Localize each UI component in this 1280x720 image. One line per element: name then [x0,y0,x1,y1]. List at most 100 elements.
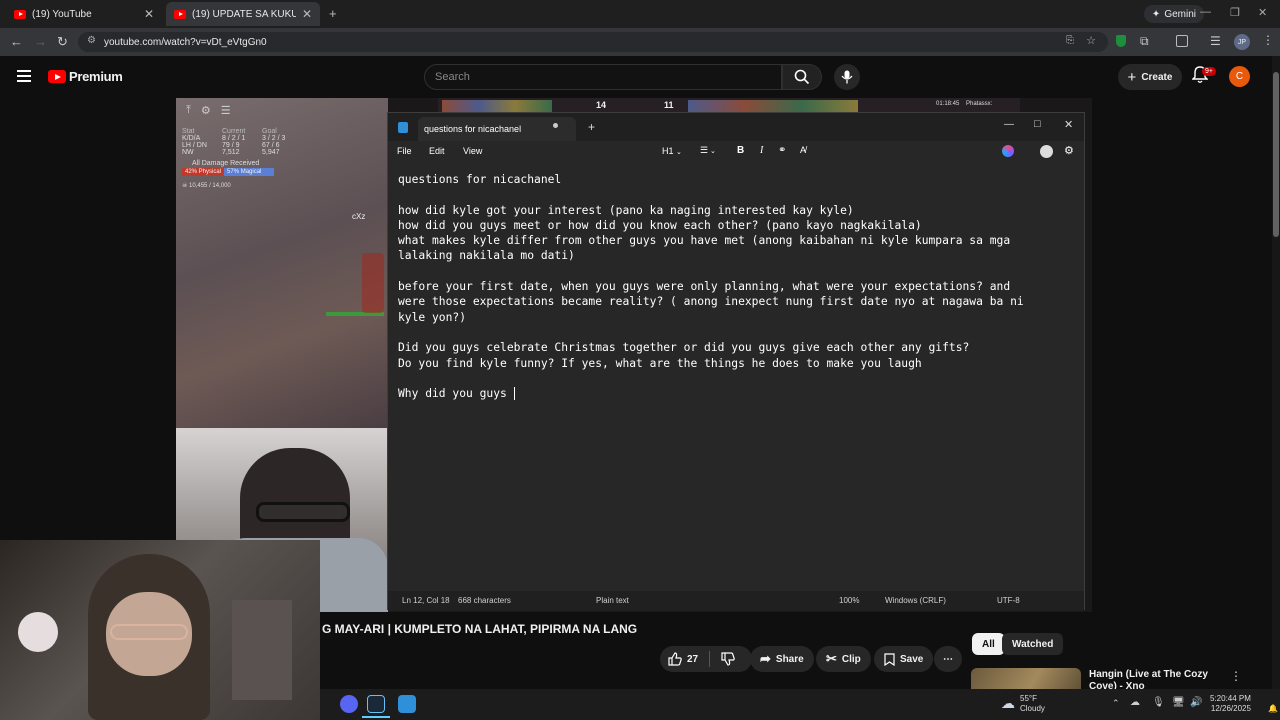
line-ending[interactable]: Windows (CRLF) [885,596,946,605]
account-icon[interactable] [1040,145,1053,158]
list-format-icon[interactable]: ☰ ⌄ [700,145,716,156]
avatar-letter: C [1235,71,1244,82]
create-label: Create [1141,71,1173,83]
thumbs-down-icon[interactable] [721,652,735,666]
heading-level: H1 [662,146,674,156]
menu-view[interactable]: View [463,146,482,156]
link-icon[interactable]: ⚭ [778,145,786,156]
tab-youtube[interactable]: (19) YouTube ✕ [6,2,162,26]
tray-chevron-icon[interactable]: ⌃ [1112,698,1120,709]
youtube-logo[interactable]: Premium [48,69,123,84]
cursor-position: Ln 12, Col 18 [402,596,450,605]
profile-initials: JP [1237,38,1247,46]
like-button[interactable]: 27 [668,652,698,666]
notification-bell-icon[interactable]: 🔔 [1268,704,1278,713]
text-format[interactable]: Plain text [596,596,629,605]
minimize-icon[interactable]: — [1004,119,1014,130]
tab-search-icon[interactable] [1176,35,1188,47]
like-dislike-group: 27 [660,646,752,672]
recommended-title[interactable]: Hangin (Live at The Cozy Cove) - Xno [1089,669,1229,691]
plus-icon: + [329,6,337,21]
settings-gear-icon[interactable]: ⚙ [1064,144,1074,157]
extensions-puzzle-icon[interactable]: ⧉ [1140,34,1149,49]
system-clock[interactable]: 5:20:44 PM 12/26/2025 [1210,694,1251,714]
new-tab-plus-icon[interactable]: + [588,120,595,134]
notepad-tab[interactable]: questions for nicachanel [418,117,576,141]
save-button[interactable]: Save [874,646,934,672]
install-app-icon[interactable]: ⎘ [1066,35,1074,46]
close-icon[interactable]: ✕ [1064,118,1073,131]
menu-edit[interactable]: Edit [429,146,445,156]
chip-all[interactable]: All [972,633,1005,655]
gemini-button[interactable]: ✦ Gemini [1143,5,1204,23]
unsaved-dot-icon[interactable] [553,123,558,128]
close-tab-icon[interactable]: ✕ [302,7,312,21]
account-avatar[interactable]: C [1229,66,1250,87]
hamburger-menu-icon[interactable] [17,70,31,82]
steam-icon[interactable] [367,695,385,713]
chrome-menu-icon[interactable]: ⋮ [1262,33,1274,47]
glasses [256,502,350,522]
bold-icon[interactable]: B [737,145,744,156]
create-button[interactable]: + Create [1118,64,1182,90]
site-info-icon[interactable]: ⚙ [87,35,96,46]
heading-selector[interactable]: H1 ⌄ [662,146,682,156]
italic-icon[interactable]: I [760,145,763,156]
discord-icon[interactable] [340,695,358,713]
profile-avatar[interactable]: JP [1234,34,1250,50]
text-line: kyle yon?) [398,310,467,324]
notepad-window[interactable]: questions for nicachanel + — □ ✕ File Ed… [387,112,1085,611]
stat-current: 7,512 [222,149,240,156]
maximize-window-icon[interactable]: ❐ [1230,6,1240,19]
weather-widget[interactable]: 55°F Cloudy [1020,694,1045,714]
close-window-icon[interactable]: ✕ [1258,6,1267,19]
reload-icon[interactable]: ↻ [57,34,68,50]
notepad-tab-title: questions for nicachanel [424,124,522,134]
clear-formatting-icon[interactable]: A̸ [800,145,806,155]
room-decoration [18,612,58,652]
forward-arrow-icon[interactable]: → [34,34,47,49]
recommended-more-icon[interactable]: ⋮ [1230,669,1242,683]
voice-search-button[interactable] [834,64,860,90]
onedrive-icon[interactable]: ☁ [1130,697,1140,708]
address-bar[interactable]: ⚙ youtube.com/watch?v=vDt_eVtgGn0 ⎘ ☆ [78,32,1108,52]
zoom-level[interactable]: 100% [839,596,859,605]
bookmark-star-icon[interactable]: ☆ [1086,34,1096,47]
volume-icon[interactable]: 🔊 [1190,697,1202,708]
copilot-icon[interactable] [1002,145,1014,157]
hp-readout: ☠ 10,455 / 14,000 [182,183,231,189]
close-tab-icon[interactable]: ✕ [144,7,154,21]
notepad-taskbar-icon[interactable] [398,695,416,713]
notepad-text-editor[interactable]: questions for nicachanel how did kyle go… [388,163,1084,591]
stat-current: 8 / 2 / 1 [222,135,246,142]
reading-list-icon[interactable]: ☰ [1210,34,1221,48]
hero-portraits-left [442,100,552,112]
back-arrow-icon[interactable]: ← [10,34,23,49]
more-actions-button[interactable]: ⋯ [934,646,962,672]
ally-tag: Phatassx: [966,101,993,107]
notification-badge: 9+ [1202,67,1216,76]
menu-file[interactable]: File [397,146,412,156]
scrollbar-thumb[interactable] [1273,72,1279,237]
new-tab-button[interactable]: + [329,6,337,21]
microphone-tray-icon[interactable]: 🎙 [1152,697,1165,708]
text-line [398,371,1074,386]
share-button[interactable]: ➦ Share [750,646,814,672]
text-cursor [513,387,515,401]
youtube-favicon-icon [174,9,186,19]
text-line [398,264,1074,279]
extension-shield-icon[interactable] [1116,35,1126,47]
network-icon[interactable]: 🖥 [1172,697,1185,708]
chip-watched[interactable]: Watched [1002,633,1064,655]
clip-button[interactable]: ✂ Clip [816,646,871,672]
cloudy-weather-icon[interactable]: ☁ [1001,695,1015,712]
maximize-icon[interactable]: □ [1034,118,1041,130]
encoding[interactable]: UTF-8 [997,596,1020,605]
tab-video[interactable]: (19) UPDATE SA KUKUYS NEW ( ✕ [166,2,320,26]
search-input[interactable]: Search [424,64,782,90]
stat-label: K/D/A [182,135,201,142]
minimize-window-icon[interactable]: — [1200,6,1211,18]
search-button[interactable] [782,64,822,90]
stat-header: Stat [182,128,195,135]
bookmark-icon [884,652,895,666]
